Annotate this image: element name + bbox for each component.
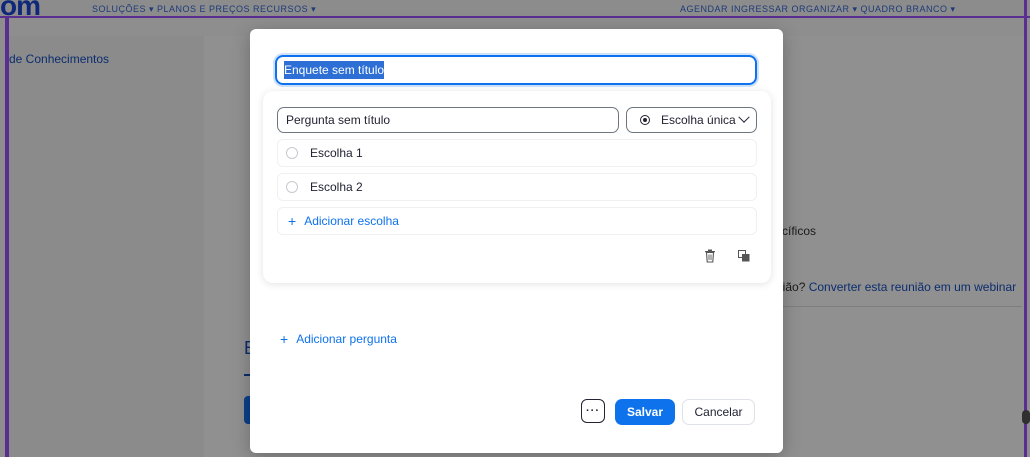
radio-icon — [640, 115, 650, 125]
convert-to-webinar-link[interactable]: Converter esta reunião em um webinar — [809, 280, 1016, 294]
background-divider — [782, 306, 1022, 307]
cancel-button[interactable]: Cancelar — [682, 399, 755, 425]
copy-icon[interactable] — [738, 250, 750, 262]
add-question-label: Adicionar pergunta — [296, 332, 397, 346]
choice-label: Escolha 1 — [310, 146, 363, 160]
plus-icon: + — [288, 213, 297, 229]
frame-left-border — [5, 18, 9, 457]
trash-icon[interactable] — [704, 249, 716, 263]
poll-title-selected-text: Enquete sem título — [284, 61, 385, 79]
chevron-down-icon — [738, 111, 750, 123]
left-panel — [9, 36, 204, 457]
choice-item[interactable]: Escolha 2 — [277, 173, 757, 201]
add-question-button[interactable]: + Adicionar pergunta — [280, 332, 397, 346]
choice-item[interactable]: Escolha 1 — [277, 139, 757, 167]
choice-label: Escolha 2 — [310, 180, 363, 194]
radio-icon — [286, 147, 298, 159]
add-choice-label: Adicionar escolha — [304, 214, 399, 228]
poll-title-input[interactable]: Enquete sem título — [275, 55, 757, 85]
more-options-button[interactable]: ··· — [581, 399, 605, 423]
nav-left-menu[interactable]: SOLUÇÕES ▾ PLANOS E PREÇOS RECURSOS ▾ — [92, 4, 316, 15]
question-type-label: Escolha única — [661, 113, 736, 127]
background-text-convert: nião? Converter esta reunião em um webin… — [776, 280, 1016, 294]
question-type-select[interactable]: Escolha única — [626, 107, 757, 133]
sidebar-knowledge-link[interactable]: de Conhecimentos — [9, 52, 109, 66]
nav-right-menu[interactable]: AGENDAR INGRESSAR ORGANIZAR ▾ QUADRO BRA… — [680, 4, 956, 15]
question-card: Pergunta sem título Escolha única Escolh… — [263, 91, 771, 283]
frame-right-border — [1024, 0, 1027, 457]
save-button[interactable]: Salvar — [615, 399, 675, 425]
poll-dialog: Enquete sem título Pergunta sem título E… — [250, 29, 783, 453]
plus-icon: + — [280, 331, 289, 347]
background-text: cíficos — [782, 224, 817, 238]
radio-icon — [286, 181, 298, 193]
frame-top-border — [0, 16, 1030, 18]
background-scroll-handle[interactable] — [1022, 410, 1030, 424]
add-choice-button[interactable]: + Adicionar escolha — [277, 207, 757, 235]
question-text-value: Pergunta sem título — [286, 113, 391, 127]
question-text-input[interactable]: Pergunta sem título — [277, 107, 619, 133]
